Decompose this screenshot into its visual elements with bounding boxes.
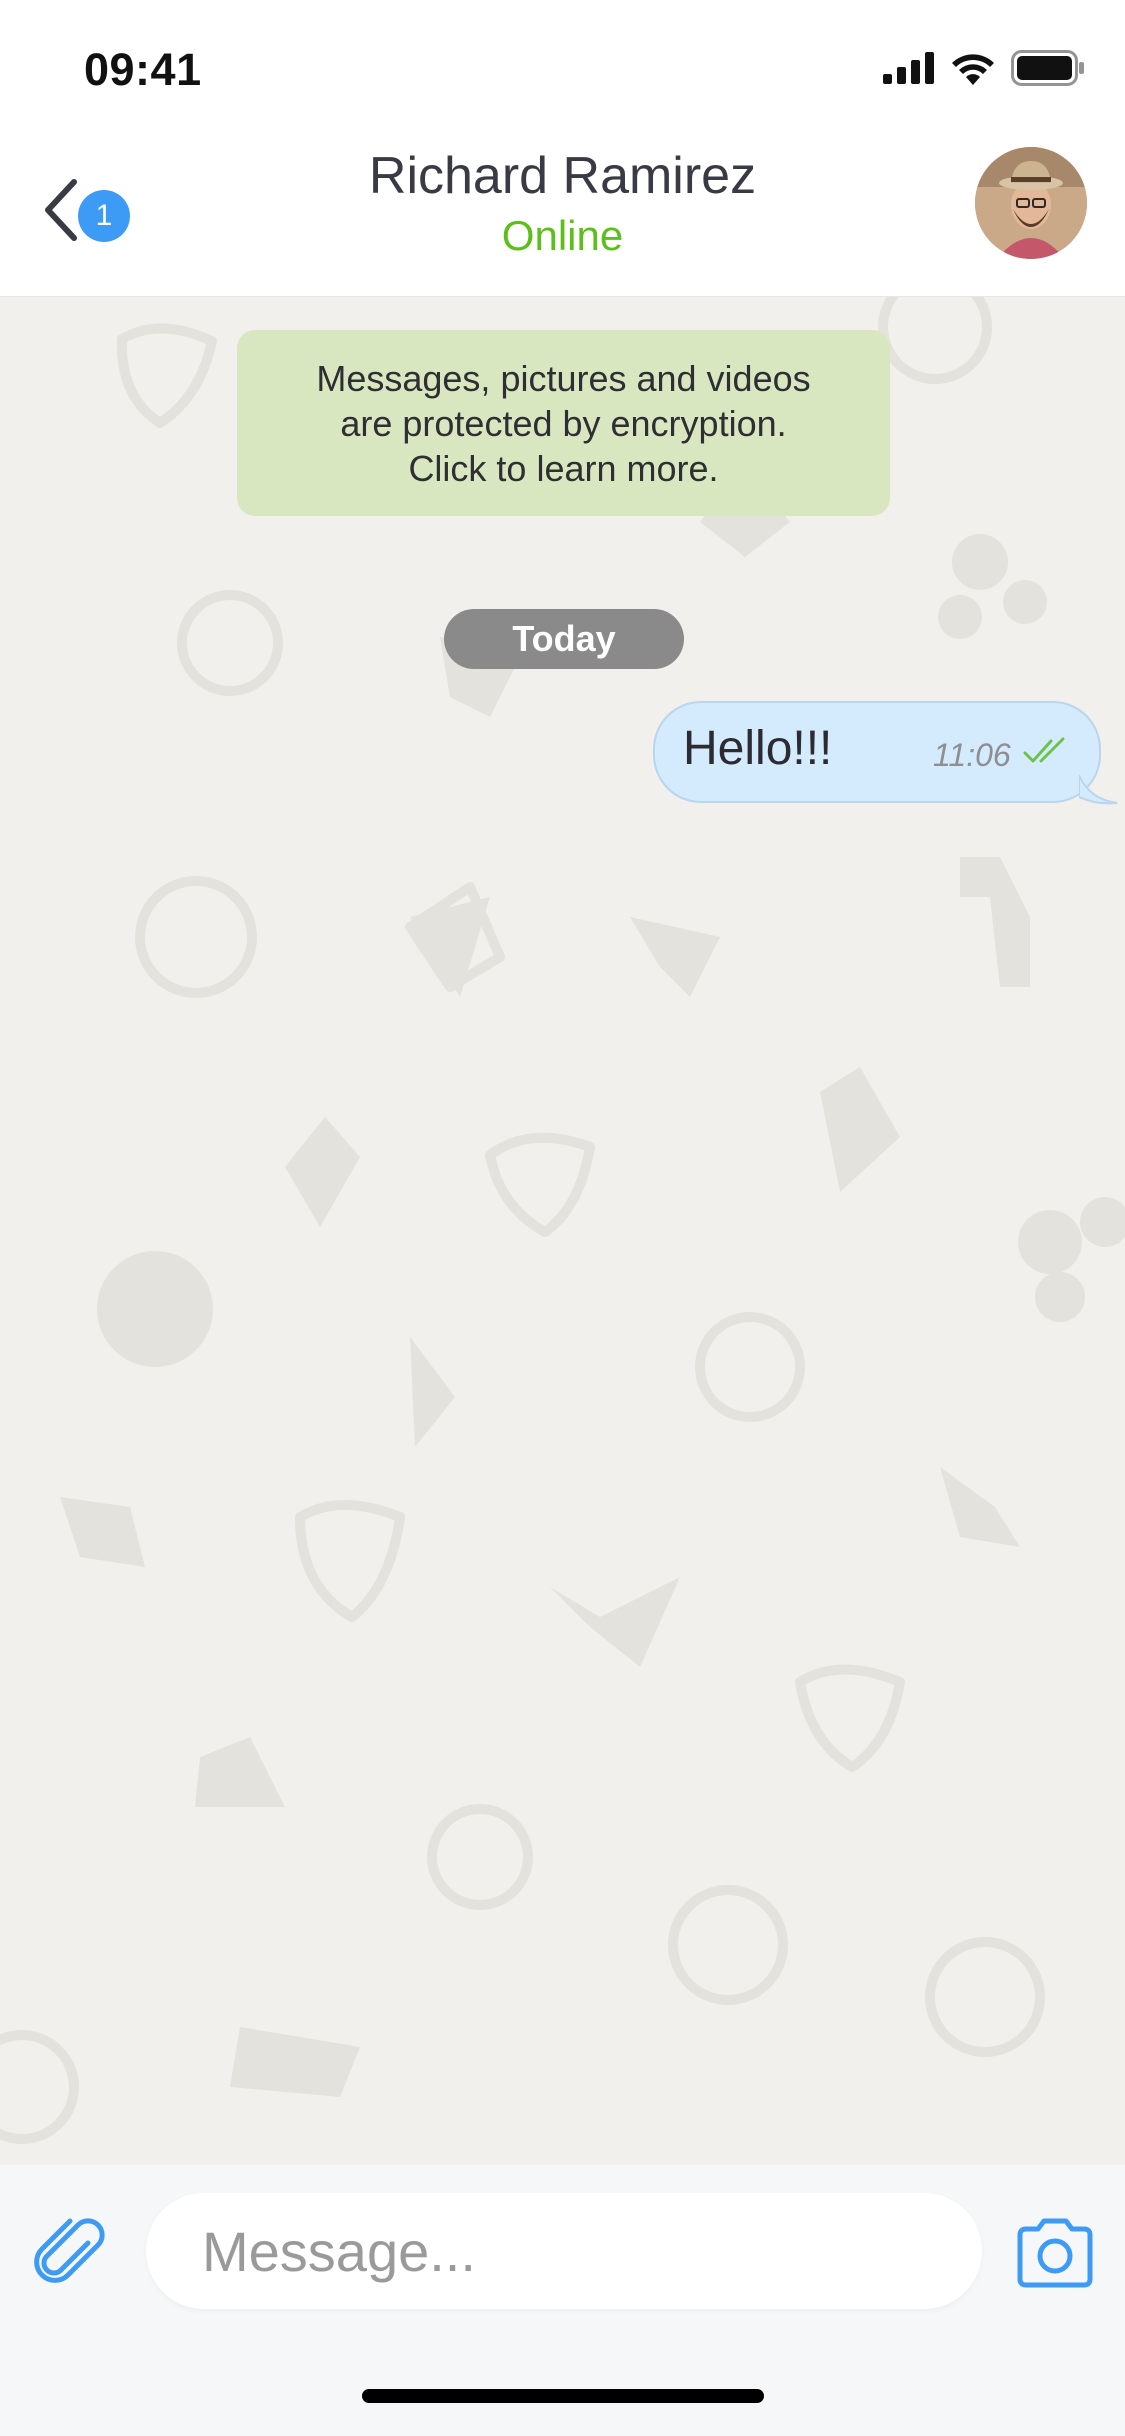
chat-header: 1 Richard Ramirez Online bbox=[0, 132, 1125, 297]
encryption-notice-line1: Messages, pictures and videos bbox=[316, 357, 811, 399]
message-composer bbox=[0, 2165, 1125, 2436]
outgoing-message[interactable]: Hello!!! 11:06 bbox=[653, 701, 1118, 805]
avatar[interactable] bbox=[975, 147, 1087, 259]
battery-icon bbox=[1011, 50, 1084, 86]
date-separator: Today bbox=[444, 609, 684, 669]
status-bar: 09:41 bbox=[0, 0, 1125, 132]
paperclip-icon bbox=[34, 2218, 105, 2283]
encryption-notice-line3: Click to learn more. bbox=[408, 447, 719, 489]
encryption-notice[interactable]: Messages, pictures and videos are protec… bbox=[237, 330, 890, 516]
home-indicator bbox=[362, 2389, 764, 2403]
camera-button[interactable] bbox=[1012, 2213, 1098, 2293]
contact-status: Online bbox=[501, 212, 624, 259]
avatar-image bbox=[975, 147, 1087, 259]
attach-button[interactable] bbox=[30, 2213, 110, 2293]
camera-icon bbox=[1017, 2218, 1093, 2288]
chat-area[interactable]: Messages, pictures and videos are protec… bbox=[0, 297, 1125, 2165]
message-input[interactable] bbox=[146, 2193, 982, 2309]
double-check-icon bbox=[1023, 737, 1065, 763]
status-icons bbox=[883, 48, 1085, 88]
bubble-tail bbox=[1079, 775, 1118, 805]
crypto-pattern-background bbox=[0, 297, 1125, 2144]
contact-name[interactable]: Richard Ramirez bbox=[0, 146, 1125, 206]
status-time: 09:41 bbox=[84, 44, 202, 95]
message-text: Hello!!! bbox=[683, 722, 833, 775]
message-time: 11:06 bbox=[933, 737, 1011, 773]
wifi-icon bbox=[952, 54, 994, 85]
cellular-signal-icon bbox=[883, 52, 934, 84]
encryption-notice-line2: are protected by encryption. bbox=[340, 402, 787, 444]
